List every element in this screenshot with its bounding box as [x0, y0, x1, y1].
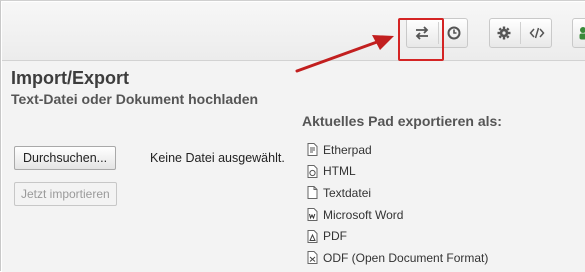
users-button[interactable] [572, 18, 585, 48]
browse-file-button[interactable]: Durchsuchen... [14, 146, 116, 170]
export-word-link[interactable]: Microsoft Word [307, 204, 488, 226]
word-file-icon [307, 208, 318, 221]
toolbar-group-import-history [406, 18, 468, 48]
embed-code-icon[interactable] [524, 27, 550, 39]
export-text-label: Textdatei [323, 186, 371, 200]
export-etherpad-label: Etherpad [323, 143, 372, 157]
export-html-link[interactable]: HTML [307, 161, 488, 183]
import-export-panel: Import/Export Text-Datei oder Dokument h… [2, 61, 585, 272]
toolbar-separator [520, 22, 521, 44]
users-icon [579, 26, 585, 40]
odf-file-icon [307, 251, 318, 264]
text-file-icon [307, 186, 318, 199]
file-status-text: Keine Datei ausgewählt. [150, 151, 285, 165]
export-odf-link[interactable]: ODF (Open Document Format) [307, 247, 488, 269]
etherpad-file-icon [307, 143, 318, 156]
export-odf-label: ODF (Open Document Format) [323, 251, 488, 265]
toolbar-separator [438, 22, 439, 44]
panel-title: Import/Export [11, 68, 129, 89]
history-clock-icon[interactable] [442, 26, 466, 40]
toolbar [2, 2, 585, 61]
export-list: Etherpad HTML Textdatei [307, 139, 488, 269]
export-text-link[interactable]: Textdatei [307, 182, 488, 204]
export-etherpad-link[interactable]: Etherpad [307, 139, 488, 161]
toolbar-group-settings-embed [489, 18, 552, 48]
editor-frame: Import/Export Text-Datei oder Dokument h… [0, 0, 585, 271]
settings-gear-icon[interactable] [491, 26, 517, 40]
pdf-file-icon [307, 230, 318, 243]
export-word-label: Microsoft Word [323, 208, 403, 222]
export-pdf-link[interactable]: PDF [307, 225, 488, 247]
import-now-button[interactable]: Jetzt importieren [14, 182, 117, 206]
export-title: Aktuelles Pad exportieren als: [302, 113, 502, 129]
html-file-icon [307, 165, 318, 178]
export-pdf-label: PDF [323, 229, 347, 243]
export-html-label: HTML [323, 164, 356, 178]
import-subtitle: Text-Datei oder Dokument hochladen [11, 91, 261, 108]
import-export-icon[interactable] [409, 26, 435, 40]
